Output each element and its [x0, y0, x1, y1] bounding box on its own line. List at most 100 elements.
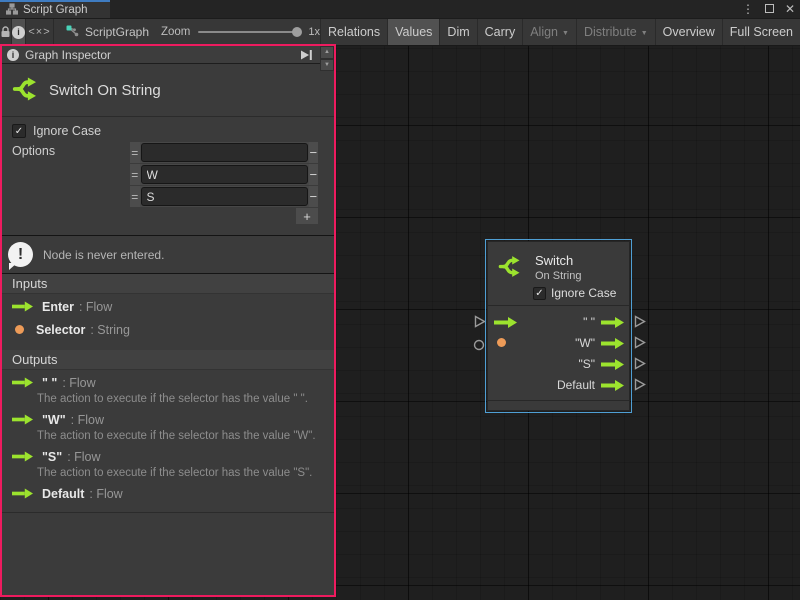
- overview-button[interactable]: Overview: [655, 19, 722, 45]
- node-output-port-row[interactable]: "W": [488, 333, 629, 353]
- flow-arrow-icon: [12, 301, 33, 312]
- checkbox-check-icon[interactable]: ✓: [533, 287, 546, 300]
- remove-option-button[interactable]: −: [309, 142, 319, 163]
- output-item: " " : Flow: [2, 372, 334, 393]
- chevron-down-icon: ▼: [562, 30, 569, 37]
- input-item: Enter : Flow: [2, 296, 334, 317]
- inputs-header: Inputs: [2, 274, 334, 294]
- window-controls: ⋮ ✕: [742, 0, 795, 18]
- ignore-case-label: Ignore Case: [33, 124, 101, 138]
- option-input[interactable]: [141, 143, 308, 162]
- flow-arrow-icon: [12, 451, 33, 462]
- outputs-header: Outputs: [2, 350, 334, 370]
- warning-icon: !: [8, 242, 33, 267]
- scroll-up-icon[interactable]: ▲: [321, 47, 333, 58]
- dim-button[interactable]: Dim: [439, 19, 476, 45]
- warning-banner: ! Node is never entered.: [2, 235, 334, 274]
- flow-arrow-icon: [601, 338, 624, 349]
- switch-icon: [497, 253, 524, 285]
- flow-output-connector[interactable]: [634, 315, 646, 333]
- tab-label: Script Graph: [23, 4, 88, 16]
- flow-output-connector[interactable]: [634, 336, 646, 354]
- graph-name-label: ScriptGraph: [85, 25, 149, 39]
- option-input[interactable]: [141, 165, 308, 184]
- graph-breadcrumb[interactable]: ScriptGraph: [54, 19, 149, 45]
- output-item: Default : Flow: [2, 483, 334, 504]
- option-input[interactable]: [141, 187, 308, 206]
- drag-handle-icon[interactable]: =: [130, 186, 140, 207]
- lock-icon: [0, 26, 11, 38]
- zoom-value: 1x: [308, 26, 320, 38]
- option-row: = −: [130, 186, 318, 207]
- code-icon: <×>: [28, 26, 50, 38]
- align-dropdown[interactable]: Align ▼: [522, 19, 576, 45]
- node-output-port-row[interactable]: " ": [488, 312, 629, 332]
- option-row: = −: [130, 142, 318, 163]
- flow-output-connector[interactable]: [634, 378, 646, 396]
- lock-button[interactable]: [0, 19, 12, 45]
- zoom-slider-knob[interactable]: [292, 27, 302, 37]
- output-description: The action to execute if the selector ha…: [2, 393, 334, 407]
- flow-arrow-icon: [12, 414, 33, 425]
- options-label: Options: [12, 144, 55, 158]
- distribute-dropdown[interactable]: Distribute ▼: [576, 19, 655, 45]
- script-graph-icon: [66, 25, 79, 40]
- input-item: Selector : String: [2, 319, 334, 340]
- value-input-connector[interactable]: [473, 338, 485, 356]
- graph-inspector-panel: i Graph Inspector ▲ ▼: [0, 44, 336, 597]
- inspector-title: Switch On String: [49, 82, 161, 99]
- drag-handle-icon[interactable]: =: [130, 164, 140, 185]
- node-header[interactable]: Switch On String ✓ Ignore Case: [488, 242, 629, 306]
- flow-arrow-icon: [601, 380, 624, 391]
- node-ignore-case-label: Ignore Case: [551, 286, 616, 300]
- flow-output-connector[interactable]: [634, 357, 646, 375]
- code-view-button[interactable]: <×>: [26, 19, 54, 45]
- output-description: The action to execute if the selector ha…: [2, 467, 334, 481]
- flow-arrow-icon: [12, 377, 33, 388]
- relations-button[interactable]: Relations: [320, 19, 387, 45]
- carry-button[interactable]: Carry: [477, 19, 523, 45]
- inspector-title-block: Switch On String: [2, 64, 334, 117]
- tab-script-graph[interactable]: Script Graph: [0, 0, 110, 18]
- window-close-icon[interactable]: ✕: [785, 0, 795, 18]
- switch-icon: [11, 74, 41, 107]
- port-label: "W": [575, 336, 595, 350]
- dock-right-icon: [300, 49, 313, 61]
- node-footer: [488, 400, 629, 410]
- inspector-toggle-button[interactable]: i: [12, 19, 26, 45]
- options-list: = − = − = − +: [130, 142, 318, 224]
- node-output-port-row[interactable]: "S": [488, 354, 629, 374]
- flow-input-connector[interactable]: [474, 315, 486, 333]
- remove-option-button[interactable]: −: [309, 186, 319, 207]
- output-item: "W" : Flow: [2, 409, 334, 430]
- dock-panel-button[interactable]: [297, 47, 316, 63]
- switch-on-string-node[interactable]: Switch On String ✓ Ignore Case " " "W": [487, 241, 630, 411]
- add-option-button[interactable]: +: [296, 208, 318, 224]
- window-menu-icon[interactable]: ⋮: [742, 0, 754, 18]
- checkbox-check-icon[interactable]: ✓: [12, 124, 26, 138]
- window-maximize-icon[interactable]: [765, 0, 774, 18]
- zoom-label: Zoom: [161, 26, 190, 38]
- full-screen-button[interactable]: Full Screen: [722, 19, 800, 45]
- drag-handle-icon[interactable]: =: [130, 142, 140, 163]
- flow-arrow-icon: [601, 317, 624, 328]
- zoom-slider[interactable]: [198, 31, 298, 33]
- ignore-case-checkbox[interactable]: ✓ Ignore Case: [12, 124, 101, 138]
- zoom-control: Zoom 1x: [149, 19, 320, 45]
- toolbar-buttons: Relations Values Dim Carry Align ▼ Distr…: [320, 19, 800, 45]
- node-ignore-case-checkbox[interactable]: ✓ Ignore Case: [533, 286, 616, 300]
- inspector-header-title: Graph Inspector: [25, 48, 111, 62]
- port-label: "S": [578, 357, 595, 371]
- port-label: Default: [557, 378, 595, 392]
- node-output-port-row[interactable]: Default: [488, 375, 629, 395]
- flow-arrow-icon: [601, 359, 624, 370]
- port-label: " ": [583, 315, 595, 329]
- node-title: Switch: [535, 253, 573, 268]
- remove-option-button[interactable]: −: [309, 164, 319, 185]
- info-icon: i: [12, 26, 25, 39]
- values-button[interactable]: Values: [387, 19, 439, 45]
- script-graph-window: Script Graph ⋮ ✕ i <×>: [0, 0, 800, 600]
- tab-bar: Script Graph ⋮ ✕: [0, 0, 800, 18]
- section-divider: [2, 512, 334, 513]
- graph-toolbar: i <×> ScriptGraph Zoom 1x Rel: [0, 18, 800, 46]
